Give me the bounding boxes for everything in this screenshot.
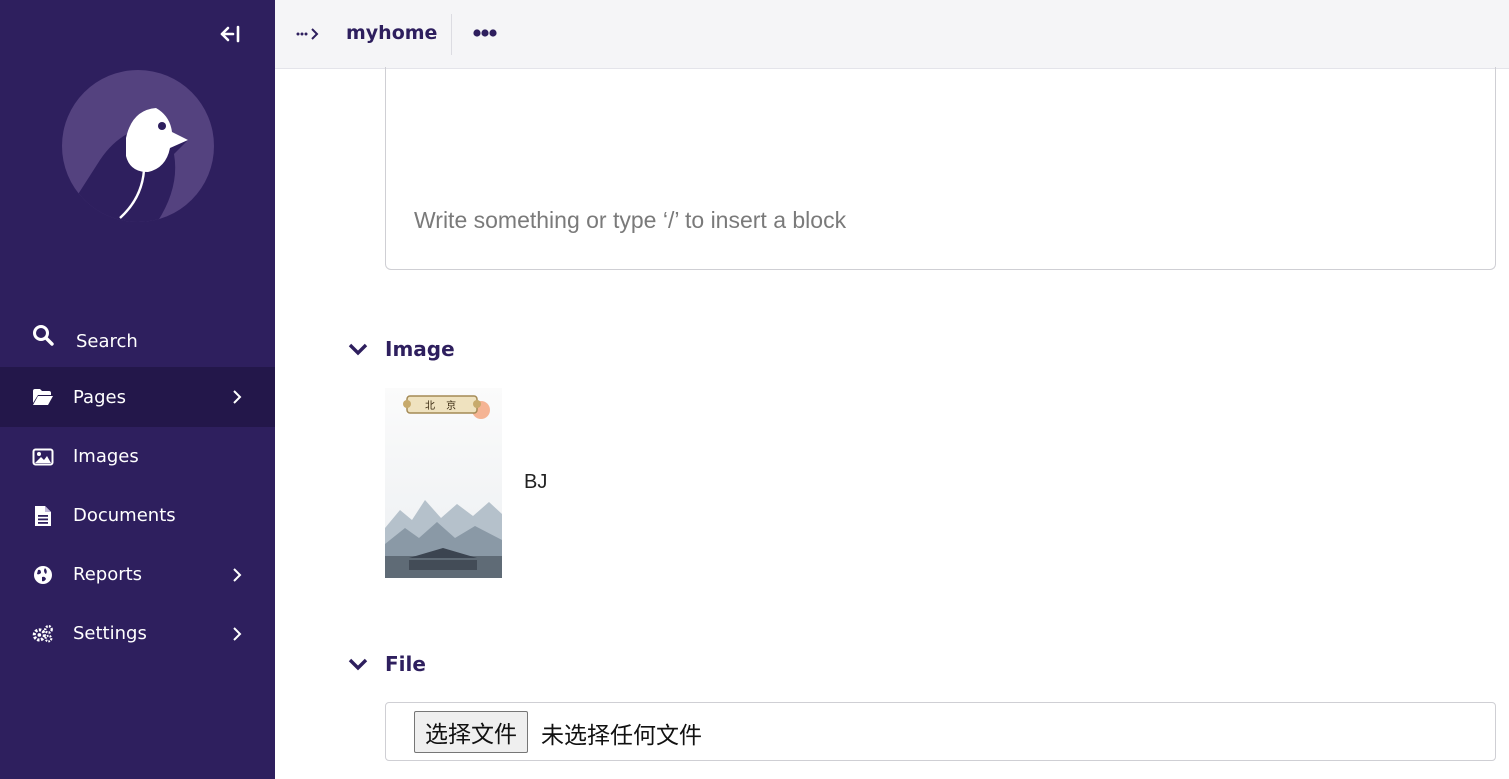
file-section-title: File — [385, 652, 426, 676]
sidebar-nav: Search Pages Images Documents Reports Se… — [0, 310, 275, 663]
chevron-right-icon — [233, 390, 242, 404]
search-icon — [32, 324, 54, 346]
rich-text-editor[interactable]: Write something or type ‘/’ to insert a … — [385, 67, 1496, 270]
sidebar: Search Pages Images Documents Reports Se… — [0, 0, 275, 779]
sidebar-item-label: Search — [76, 331, 138, 352]
sidebar-item-reports[interactable]: Reports — [0, 545, 275, 604]
sidebar-item-search[interactable]: Search — [0, 310, 275, 367]
sidebar-item-settings[interactable]: Settings — [0, 604, 275, 663]
file-status-text: 未选择任何文件 — [541, 723, 702, 749]
landscape-image — [385, 388, 502, 578]
image-icon — [32, 446, 54, 468]
breadcrumb-current[interactable]: myhome — [346, 22, 437, 44]
bird-logo-icon — [62, 70, 214, 222]
editor-placeholder: Write something or type ‘/’ to insert a … — [414, 207, 847, 233]
sidebar-item-label: Documents — [73, 505, 176, 526]
image-name: BJ — [524, 471, 548, 493]
thumbnail-caption: 北 京 — [425, 401, 461, 412]
folder-open-icon — [32, 386, 54, 408]
toolbar-divider — [451, 14, 452, 55]
sidebar-item-images[interactable]: Images — [0, 427, 275, 486]
sidebar-item-pages[interactable]: Pages — [0, 367, 275, 427]
more-options-icon[interactable] — [469, 22, 501, 44]
globe-icon — [32, 564, 54, 586]
chevron-down-icon — [348, 658, 368, 671]
collapse-arrow-icon — [220, 25, 240, 43]
image-section-toggle[interactable]: Image — [347, 337, 455, 361]
collapse-sidebar-button[interactable] — [214, 20, 246, 48]
sidebar-item-label: Pages — [73, 386, 126, 408]
sidebar-item-label: Images — [73, 446, 139, 467]
file-section-toggle[interactable]: File — [347, 652, 426, 676]
image-section-title: Image — [385, 337, 455, 361]
file-input: 选择文件 未选择任何文件 — [385, 702, 1496, 761]
gears-icon — [32, 623, 54, 645]
sidebar-item-label: Settings — [73, 623, 147, 644]
topbar: myhome — [275, 0, 1509, 69]
sidebar-item-label: Reports — [73, 564, 143, 585]
main-content: Write something or type ‘/’ to insert a … — [275, 67, 1509, 779]
document-icon — [32, 505, 54, 527]
breadcrumb-expand-icon[interactable] — [295, 24, 321, 44]
sidebar-item-documents[interactable]: Documents — [0, 486, 275, 545]
chevron-right-icon — [233, 626, 242, 641]
image-thumbnail[interactable]: 北 京 — [385, 388, 502, 578]
logo — [60, 68, 216, 224]
choose-file-button[interactable]: 选择文件 — [414, 711, 528, 753]
chevron-down-icon — [348, 343, 368, 356]
chevron-right-icon — [233, 567, 242, 582]
